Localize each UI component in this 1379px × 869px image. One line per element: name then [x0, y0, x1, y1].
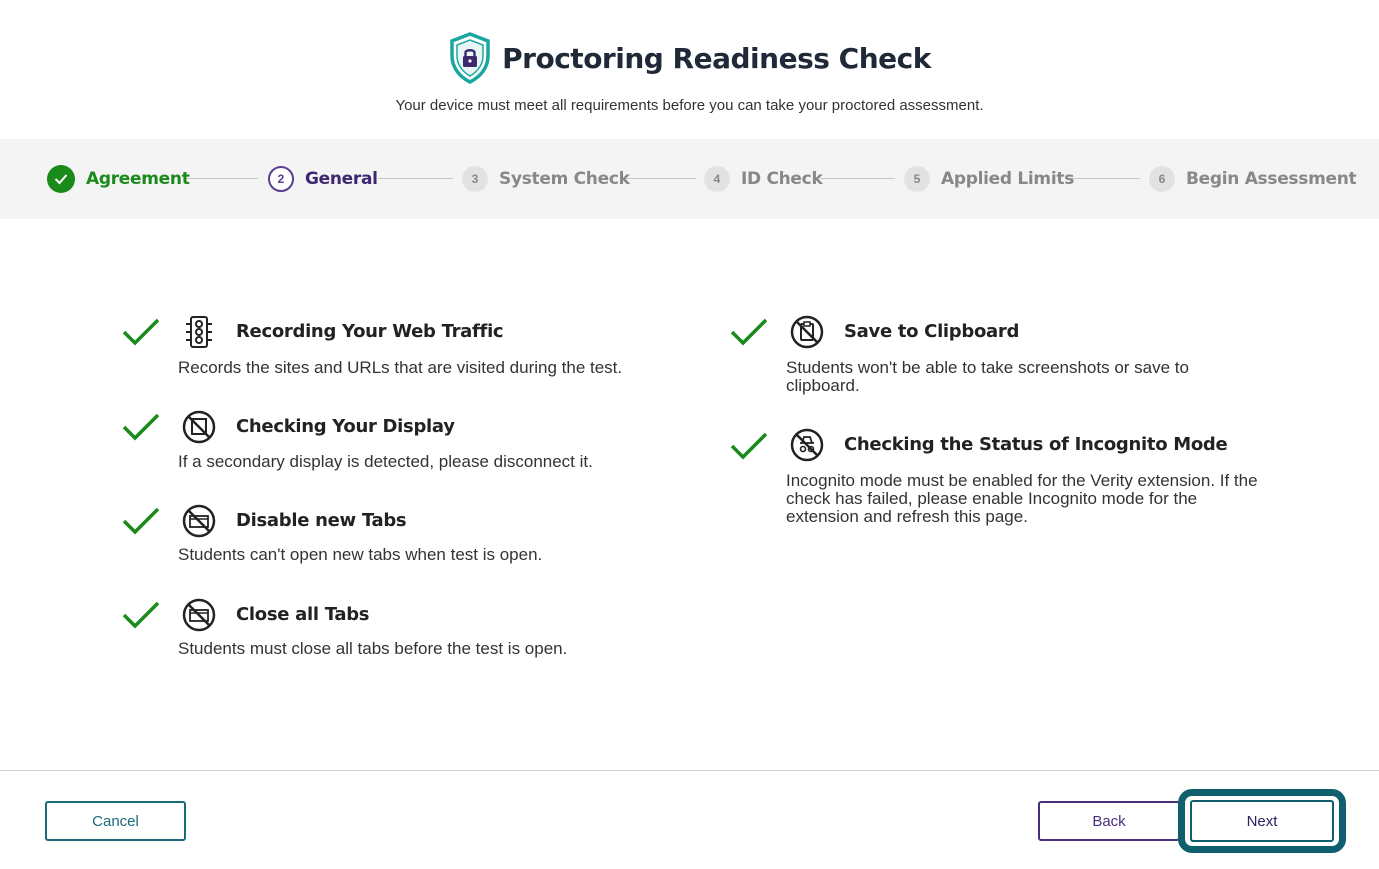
- step-label: Agreement: [86, 169, 190, 189]
- feature-title: Save to Clipboard: [844, 321, 1020, 342]
- step-label: ID Check: [741, 169, 823, 189]
- feature-description: Records the sites and URLs that are visi…: [178, 358, 623, 377]
- step-general[interactable]: 2 General: [268, 165, 378, 193]
- no-clipboard-icon: [790, 315, 824, 349]
- step-number: 2: [268, 166, 294, 192]
- readiness-check-page: Proctoring Readiness Check Your device m…: [0, 0, 1379, 869]
- step-label: System Check: [499, 169, 630, 189]
- close-tabs-icon: [182, 598, 216, 632]
- check-icon: [122, 413, 160, 441]
- footer-divider: [0, 770, 1379, 771]
- feature-title: Recording Your Web Traffic: [236, 321, 504, 342]
- feature-title: Close all Tabs: [236, 604, 370, 625]
- step-number: 5: [904, 166, 930, 192]
- step-label: Begin Assessment: [1186, 169, 1357, 189]
- step-number: 4: [704, 166, 730, 192]
- feature-description: Students won't be able to take screensho…: [786, 358, 1189, 395]
- step-connector: [185, 178, 258, 179]
- no-display-icon: [182, 410, 216, 444]
- feature-description: If a secondary display is detected, plea…: [178, 452, 593, 471]
- check-icon: [730, 318, 768, 346]
- no-tabs-icon: [182, 504, 216, 538]
- step-system-check[interactable]: 3 System Check: [462, 165, 630, 193]
- step-agreement[interactable]: Agreement: [47, 165, 190, 193]
- no-incognito-icon: [790, 428, 824, 462]
- progress-stepper: Agreement 2 General 3 System Check 4 ID …: [0, 139, 1379, 219]
- feature-title: Checking the Status of Incognito Mode: [844, 434, 1228, 455]
- step-applied-limits[interactable]: 5 Applied Limits: [904, 165, 1074, 193]
- check-icon: [122, 318, 160, 346]
- feature-title: Disable new Tabs: [236, 510, 407, 531]
- step-label: General: [305, 169, 378, 189]
- check-icon: [730, 432, 768, 460]
- page-header: Proctoring Readiness Check: [0, 32, 1379, 84]
- step-begin-assessment[interactable]: 6 Begin Assessment: [1149, 165, 1357, 193]
- step-connector: [820, 178, 895, 179]
- page-subtitle: Your device must meet all requirements b…: [395, 97, 984, 114]
- page-title: Proctoring Readiness Check: [502, 41, 931, 75]
- check-icon: [122, 507, 160, 535]
- step-number: 6: [1149, 166, 1175, 192]
- feature-description: Students must close all tabs before the …: [178, 639, 568, 658]
- feature-description: Students can't open new tabs when test i…: [178, 545, 543, 564]
- feature-title: Checking Your Display: [236, 416, 455, 437]
- traffic-light-icon: [186, 316, 212, 348]
- back-button[interactable]: Back: [1038, 801, 1180, 841]
- step-done-check-icon: [47, 165, 75, 193]
- step-connector: [1065, 178, 1140, 179]
- feature-description: Incognito mode must be enabled for the V…: [786, 471, 1258, 526]
- step-number: 3: [462, 166, 488, 192]
- cancel-button[interactable]: Cancel: [45, 801, 186, 841]
- check-icon: [122, 601, 160, 629]
- shield-lock-icon: [450, 32, 490, 84]
- step-id-check[interactable]: 4 ID Check: [704, 165, 823, 193]
- step-label: Applied Limits: [941, 169, 1075, 189]
- step-connector: [378, 178, 453, 179]
- step-connector: [620, 178, 696, 179]
- next-button[interactable]: Next: [1190, 800, 1334, 842]
